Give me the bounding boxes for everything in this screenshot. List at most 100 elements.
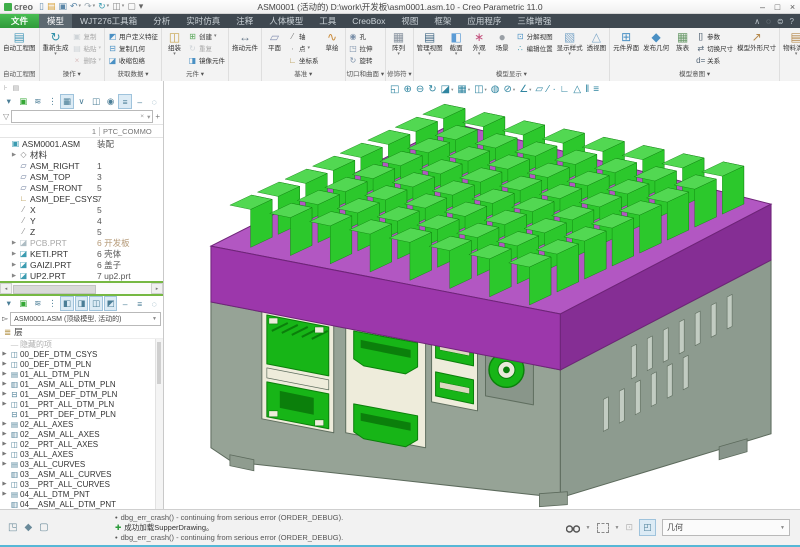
ribbon-group-label[interactable]: 模型意图 ▾ <box>611 69 778 81</box>
refit-icon[interactable]: ◱ <box>390 83 399 96</box>
tab-三维增强[interactable]: 三维增强 <box>509 14 559 28</box>
tree-columns-icon[interactable]: ⋮ <box>46 94 60 109</box>
regenerate-icon[interactable]: ↻ ▾ <box>98 2 109 11</box>
bom-button[interactable]: ▤物料清单▾ <box>781 29 800 58</box>
auto-drawing-button[interactable]: ▤ 自动工程图 <box>1 29 38 53</box>
pattern-button[interactable]: ▦ 阵列 ▾ <box>387 29 410 58</box>
ribbon-group-label[interactable]: 修饰符 ▾ <box>387 69 412 81</box>
active-model-icon[interactable]: ▣ <box>17 94 31 109</box>
layer-filters-icon[interactable]: ≋ <box>31 296 45 311</box>
ribbon-group-label[interactable]: 调查 ▾ <box>781 69 800 81</box>
tree-col1-header[interactable]: 1 <box>0 127 99 136</box>
layer-list-icon[interactable]: ≡ <box>133 296 147 311</box>
tab-CreoBox[interactable]: CreoBox <box>344 14 393 28</box>
show-axes-icon[interactable]: ⁄ <box>547 83 549 96</box>
select-dropdown-icon[interactable]: ▼ <box>615 525 620 531</box>
relations-button[interactable]: d= 关系 <box>696 55 733 66</box>
layer-active-model-icon[interactable]: ▣ <box>17 296 31 311</box>
undo-icon[interactable]: ↶ ▾ <box>70 2 81 11</box>
expander-icon[interactable]: ▶ <box>10 152 18 158</box>
close-model-icon[interactable]: ▢ <box>127 2 136 11</box>
tree-item[interactable]: ▶ ◪ PCB.PRT 6 开发板 <box>0 237 163 248</box>
layer-item[interactable]: ▶ ▤ 04_ALL_DTM_PNT <box>0 489 163 499</box>
perspective-icon[interactable]: △ <box>573 83 581 96</box>
expander-icon[interactable]: ▶ <box>0 401 9 407</box>
extrude-button[interactable]: ◳ 拉伸 <box>349 43 372 54</box>
regenerate-button[interactable]: ↻ 重新生成 ▾ <box>41 29 71 58</box>
command-search-icon[interactable]: ◌ <box>766 17 771 26</box>
save-icon[interactable]: ▣ <box>58 2 67 11</box>
display-style-button[interactable]: ▧ 显示样式 ▾ <box>555 29 585 58</box>
resources-icon[interactable]: ⊜ <box>777 17 784 26</box>
tab-WJT276工具箱[interactable]: WJT276工具箱 <box>72 14 145 28</box>
layer-item[interactable]: ▶ ◫ 01__PRT_ALL_DTM_PLN <box>0 399 163 409</box>
tree-handle-icon[interactable]: ⊦ <box>4 84 8 92</box>
display-style-icon[interactable]: ▦ ▾ <box>457 83 470 96</box>
layer-item[interactable]: ▶ ◫ 00_DEF_DTM_CSYS <box>0 349 163 359</box>
layer-item[interactable]: ▶ ▥ 02__ASM_ALL_AXES <box>0 429 163 439</box>
expander-icon[interactable]: ▶ <box>0 491 9 497</box>
datum-axis-button[interactable]: ⁄ 轴 <box>288 31 319 42</box>
layer-item[interactable]: ▶ ◫ 03__PRT_ALL_CURVES <box>0 479 163 489</box>
layer-view1-icon[interactable]: ◧ <box>60 296 74 311</box>
tree-collapse-icon[interactable]: ∨ <box>75 94 89 109</box>
close-button[interactable]: × <box>785 1 800 13</box>
expander-icon[interactable]: ▶ <box>0 391 9 397</box>
model-size-button[interactable]: ↗ 模型外形尺寸 <box>735 29 778 53</box>
expander-icon[interactable]: ▶ <box>10 240 18 246</box>
open-file-icon[interactable]: ▤ <box>47 2 56 11</box>
zoom-out-icon[interactable]: ⊖ <box>416 83 424 96</box>
tree-item[interactable]: ▱ ASM_RIGHT 1 <box>0 160 163 171</box>
annotation-display-icon[interactable]: ⊘ ▾ <box>504 83 516 96</box>
selection-filter-dropdown[interactable]: 几何 ▼ <box>662 519 790 536</box>
options-icon[interactable]: ≡ <box>593 83 599 96</box>
datum-display-icon[interactable]: ∠ ▾ <box>519 83 531 96</box>
ribbon-group-label[interactable]: 获取数据 ▾ <box>106 69 160 81</box>
maximize-button[interactable]: □ <box>770 1 785 13</box>
component-interface-button[interactable]: ⊞ 元件界面 <box>611 29 641 53</box>
tab-人体模型[interactable]: 人体模型 <box>261 14 311 28</box>
3d-model[interactable] <box>164 81 800 510</box>
zoom-in-icon[interactable]: ⊕ <box>403 83 411 96</box>
tree-item[interactable]: ▣ ASM0001.ASM 装配 <box>0 138 163 149</box>
show-points-icon[interactable]: ∙ <box>553 83 556 96</box>
show-planes-icon[interactable]: ▱ <box>535 83 543 96</box>
tab-视图[interactable]: 视图 <box>393 14 426 28</box>
parameters-button[interactable]: [] 参数 <box>696 31 733 42</box>
ribbon-group-label[interactable]: 模型显示 ▾ <box>415 69 609 81</box>
datum-point-button[interactable]: ∙ 点 ▾ <box>288 43 319 54</box>
tree-item[interactable]: ▶ ◪ KETI.PRT 6 壳体 <box>0 248 163 259</box>
layer-minus-icon[interactable]: – <box>118 296 132 311</box>
tree-list-icon[interactable]: ≡ <box>118 94 132 109</box>
tree-tab-icon[interactable]: ▤ <box>13 84 20 92</box>
ribbon-group-label[interactable]: 操作 ▾ <box>41 69 104 81</box>
expander-icon[interactable]: ▶ <box>0 451 9 457</box>
layer-item[interactable]: ▶ ◫ 02__PRT_ALL_AXES <box>0 439 163 449</box>
tab-工具[interactable]: 工具 <box>311 14 344 28</box>
tab-应用程序[interactable]: 应用程序 <box>459 14 509 28</box>
vscroll-thumb[interactable] <box>157 342 161 384</box>
manage-views-button[interactable]: ▤ 管理视图 ▾ <box>415 29 445 58</box>
udf-button[interactable]: ◩ 用户定义特征 <box>108 31 158 42</box>
expander-icon[interactable]: ▶ <box>10 251 18 257</box>
expander-icon[interactable]: ▶ <box>0 381 9 387</box>
layer-item[interactable]: ▶ ▤ 03_ALL_CURVES <box>0 459 163 469</box>
expander-icon[interactable]: ▶ <box>0 461 9 467</box>
tree-item[interactable]: ▱ ASM_TOP 3 <box>0 171 163 182</box>
tree-item[interactable]: ▱ ASM_FRONT 5 <box>0 182 163 193</box>
family-table-button[interactable]: ▦ 族表 <box>671 29 694 53</box>
tree-hscrollbar[interactable]: ◂ ▸ <box>0 283 163 294</box>
datum-plane-button[interactable]: ▱ 平面 <box>263 29 286 53</box>
new-file-icon[interactable]: ▯ <box>39 2 44 11</box>
redo-icon[interactable]: ↷ ▾ <box>84 2 95 11</box>
sketch-button[interactable]: ∿ 草绘 <box>321 29 344 53</box>
mirror-component-button[interactable]: ◨ 镜像元件 <box>188 55 225 66</box>
repeat-button[interactable]: ↻ 重复 <box>188 43 225 54</box>
layer-dropdown-icon[interactable]: ▾ <box>2 296 16 311</box>
layer-item[interactable]: ▶ ▤ 01_ALL_DTM_PLN <box>0 369 163 379</box>
tree-show-icon[interactable]: ◫ <box>89 94 103 109</box>
scene-button[interactable]: ● 场景 <box>491 29 514 53</box>
tree-item[interactable]: ⁄ Z 5 <box>0 226 163 237</box>
tree-minimize-icon[interactable]: – <box>133 94 147 109</box>
copy-geometry-button[interactable]: ⊟ 复制几何 <box>108 43 158 54</box>
